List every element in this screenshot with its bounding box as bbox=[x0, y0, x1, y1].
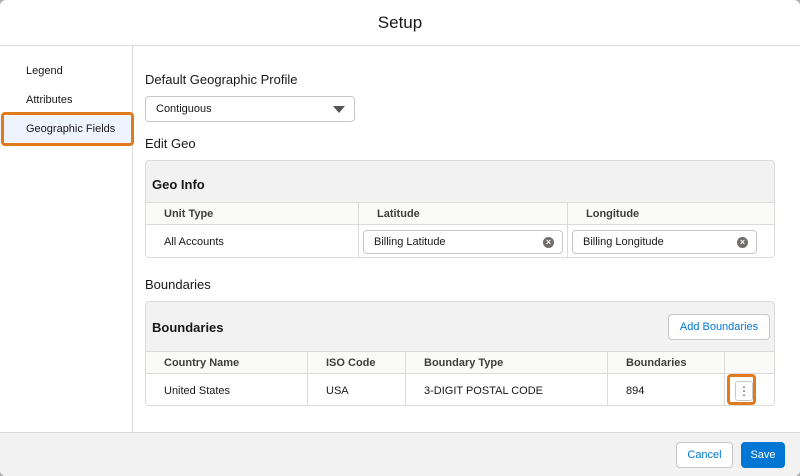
column-header-actions bbox=[725, 352, 774, 374]
edit-geo-label: Edit Geo bbox=[145, 136, 196, 151]
boundaries-section-label: Boundaries bbox=[145, 277, 211, 292]
sidebar-item-attributes[interactable]: Attributes bbox=[0, 87, 133, 113]
latitude-value: Billing Latitude bbox=[374, 236, 446, 248]
sidebar-item-label: Legend bbox=[26, 65, 63, 77]
country-name-cell: United States bbox=[146, 374, 308, 405]
geo-info-card: Geo Info Unit Type Latitude Longitude Al… bbox=[145, 160, 775, 258]
boundaries-header-row: Country Name ISO Code Boundary Type Boun… bbox=[146, 351, 774, 374]
column-header-boundaries: Boundaries bbox=[608, 352, 725, 374]
add-boundaries-button[interactable]: Add Boundaries bbox=[668, 314, 770, 340]
table-row: United States USA 3-DIGIT POSTAL CODE 89… bbox=[146, 374, 774, 405]
column-header-latitude: Latitude bbox=[359, 203, 568, 225]
boundaries-card: Boundaries Add Boundaries Country Name I… bbox=[145, 301, 775, 406]
column-header-iso-code: ISO Code bbox=[308, 352, 406, 374]
unit-type-cell: All Accounts bbox=[146, 225, 359, 257]
iso-code-cell: USA bbox=[308, 374, 406, 405]
setup-modal: Setup Legend Attributes Geographic Field… bbox=[0, 0, 800, 476]
default-profile-label: Default Geographic Profile bbox=[145, 72, 298, 87]
latitude-field[interactable]: Billing Latitude × bbox=[363, 230, 563, 254]
column-header-longitude: Longitude bbox=[586, 208, 640, 220]
column-header-boundary-type: Boundary Type bbox=[406, 352, 608, 374]
sidebar-item-legend[interactable]: Legend bbox=[0, 58, 133, 84]
longitude-field[interactable]: Billing Longitude × bbox=[572, 230, 757, 254]
cancel-button[interactable]: Cancel bbox=[676, 442, 733, 468]
sidebar-highlight-box bbox=[1, 112, 134, 146]
sidebar: Legend Attributes Geographic Fields bbox=[0, 46, 133, 432]
save-button[interactable]: Save bbox=[741, 442, 785, 468]
modal-footer: Cancel Save bbox=[0, 432, 800, 476]
clear-icon[interactable]: × bbox=[737, 237, 748, 248]
geographic-profile-value: Contiguous bbox=[156, 103, 212, 115]
column-header-unit-type: Unit Type bbox=[146, 203, 359, 225]
geo-info-header-row: Unit Type Latitude Longitude bbox=[146, 202, 774, 225]
chevron-down-icon bbox=[333, 106, 345, 113]
geo-info-title: Geo Info bbox=[152, 177, 205, 192]
longitude-value: Billing Longitude bbox=[583, 236, 664, 248]
clear-icon[interactable]: × bbox=[543, 237, 554, 248]
boundaries-title: Boundaries bbox=[152, 320, 224, 335]
column-header-country-name: Country Name bbox=[146, 352, 308, 374]
modal-title: Setup bbox=[377, 12, 423, 32]
sidebar-item-label: Attributes bbox=[26, 94, 73, 106]
geographic-profile-select[interactable]: Contiguous bbox=[145, 96, 355, 122]
row-menu-highlight-box bbox=[727, 374, 756, 405]
modal-header: Setup bbox=[0, 0, 800, 46]
boundary-type-cell: 3-DIGIT POSTAL CODE bbox=[406, 374, 608, 405]
boundaries-count-cell: 894 bbox=[608, 374, 725, 405]
geo-info-row: All Accounts Billing Latitude × Billing … bbox=[146, 225, 774, 257]
